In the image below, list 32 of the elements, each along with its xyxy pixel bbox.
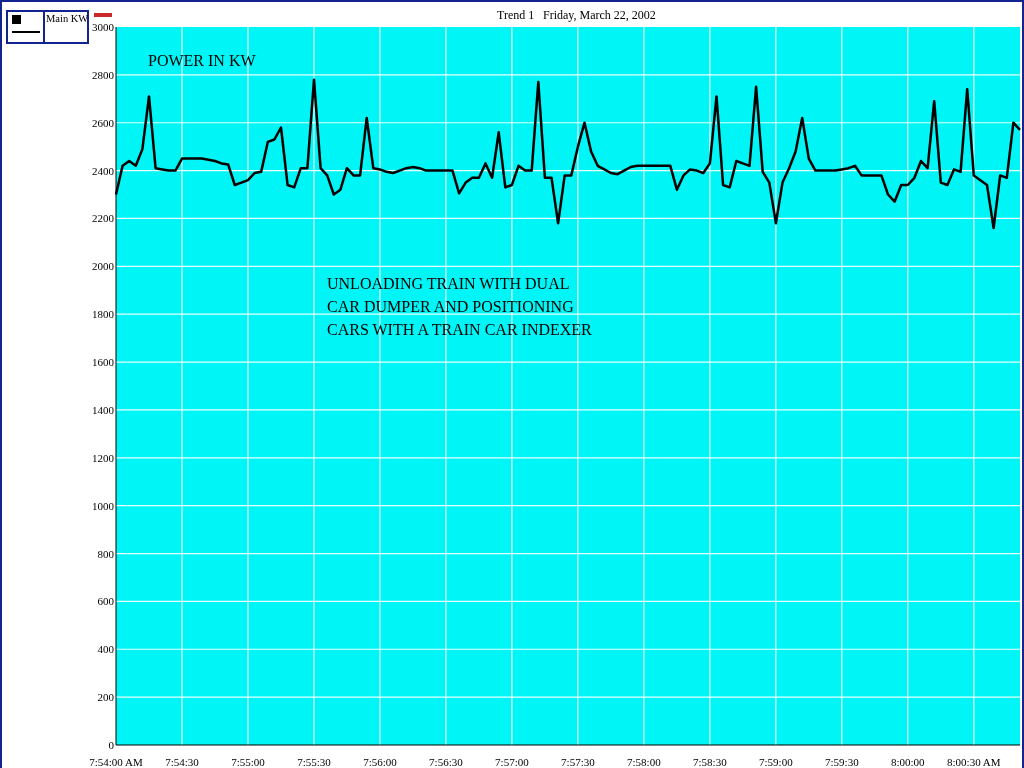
x-tick-label: 7:58:00 — [627, 756, 661, 768]
x-tick-label: 7:59:00 — [759, 756, 793, 768]
y-tick-label: 2800 — [92, 68, 114, 81]
x-tick-label: 7:56:00 — [363, 756, 397, 768]
x-tick-label: 8:00:30 AM — [947, 756, 1001, 768]
x-tick-label: 7:57:30 — [561, 756, 595, 768]
y-tick-label: 2200 — [92, 212, 114, 225]
y-tick-label: 1600 — [92, 356, 114, 369]
y-tick-label: 3000 — [92, 21, 114, 33]
y-tick-label: 2400 — [92, 164, 114, 177]
x-tick-label: 8:00:00 — [891, 756, 925, 768]
y-tick-label: 1800 — [92, 308, 114, 321]
x-tick-label: 7:58:30 — [693, 756, 727, 768]
y-tick-label: 1200 — [92, 451, 114, 464]
trend-date: Friday, March 22, 2002 — [543, 8, 656, 22]
y-tick-label: 1400 — [92, 403, 114, 416]
x-tick-label: 7:55:30 — [297, 756, 331, 768]
y-tick-label: 2000 — [92, 260, 114, 273]
y-tick-label: 0 — [108, 739, 114, 751]
x-tick-label: 7:54:00 AM — [89, 756, 143, 768]
x-tick-label: 7:59:30 — [825, 756, 859, 768]
y-tick-label: 400 — [97, 643, 114, 656]
x-tick-label: 7:56:30 — [429, 756, 463, 768]
y-tick-label: 200 — [97, 691, 114, 704]
x-tick-label: 7:55:00 — [231, 756, 265, 768]
y-tick-label: 800 — [97, 547, 114, 560]
y-tick-label: 1000 — [92, 499, 114, 512]
y-tick-label: 600 — [97, 595, 114, 608]
x-tick-label: 7:57:00 — [495, 756, 529, 768]
x-tick-label: 7:54:30 — [165, 756, 199, 768]
trend-title: Trend 1 — [497, 8, 535, 22]
y-tick-label: 2600 — [92, 116, 114, 129]
